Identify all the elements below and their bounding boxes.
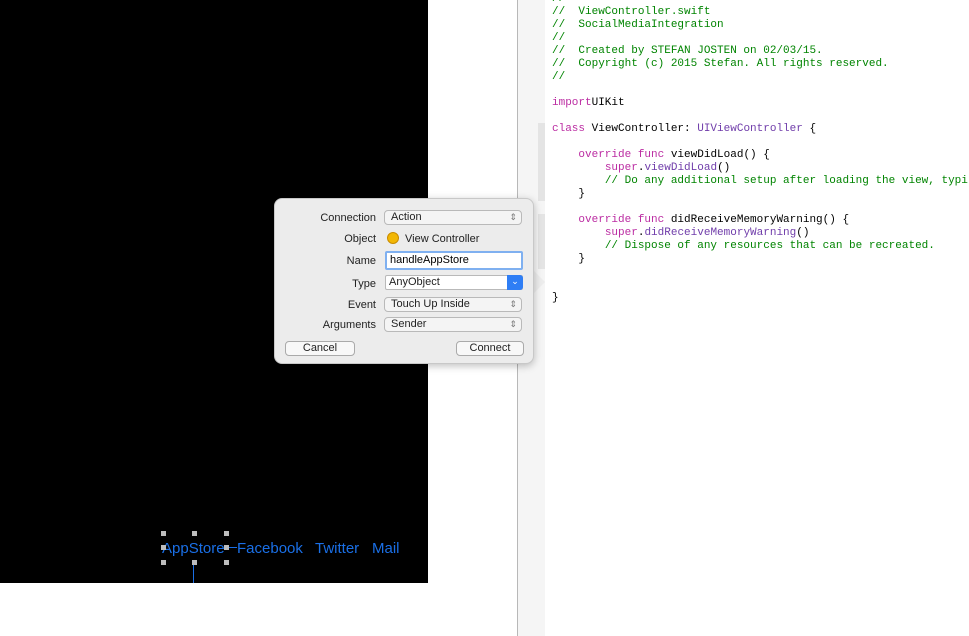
code-token: () [796, 227, 810, 239]
canvas-background [0, 583, 517, 636]
resize-handle[interactable] [192, 531, 197, 536]
event-label: Event [347, 299, 376, 311]
arguments-value: Sender [391, 318, 427, 330]
code-token: super [604, 162, 638, 174]
code-token: super [604, 227, 638, 239]
type-value: AnyObject [389, 276, 440, 288]
code-token: didReceiveMemoryWarning() { [664, 214, 850, 226]
facebook-button[interactable]: Facebook [237, 540, 303, 557]
connection-select[interactable]: Action ⇕ [384, 210, 522, 225]
code-editor[interactable]: //// ViewController.swift// SocialMediaI… [552, 0, 968, 305]
code-line: } [552, 253, 968, 266]
code-token: import [552, 97, 592, 109]
code-token: } [552, 253, 586, 265]
name-label: Name [346, 255, 376, 267]
connection-label: Connection [320, 212, 376, 224]
code-token: // Do any additional setup after loading… [604, 175, 968, 187]
code-token: { [802, 123, 817, 135]
code-token: viewDidLoad [644, 162, 718, 174]
scope-band [538, 123, 545, 201]
view-controller-icon [387, 232, 399, 244]
code-line: // Created by STEFAN JOSTEN on 02/03/15. [552, 45, 968, 58]
code-line: class ViewController: UIViewController { [552, 123, 968, 136]
code-token: // SocialMediaIntegration [552, 19, 724, 31]
code-token: // [552, 71, 566, 83]
connection-value: Action [391, 211, 422, 223]
code-token: // Dispose of any resources that can be … [604, 240, 935, 252]
type-label: Type [352, 278, 376, 290]
code-line: } [552, 188, 968, 201]
code-token: // ViewController.swift [552, 6, 711, 18]
code-line: super.viewDidLoad() [552, 162, 968, 175]
updown-icon: ⇕ [509, 319, 517, 329]
code-line: // ViewController.swift [552, 6, 968, 19]
resize-handle[interactable] [161, 531, 166, 536]
code-token: override func [578, 149, 665, 161]
chevron-down-icon: ⌄ [507, 275, 523, 290]
event-select[interactable]: Touch Up Inside ⇕ [384, 297, 522, 312]
updown-icon: ⇕ [509, 299, 517, 309]
cancel-button[interactable]: Cancel [285, 341, 355, 356]
type-select[interactable]: AnyObject ⌄ [385, 275, 523, 290]
resize-handle[interactable] [161, 545, 166, 550]
connect-button[interactable]: Connect [456, 341, 524, 356]
twitter-button[interactable]: Twitter [315, 540, 359, 557]
connection-popover: Connection Action ⇕ Object View Controlle… [274, 198, 534, 364]
code-token: // Copyright (c) 2015 Stefan. All rights… [552, 58, 889, 70]
arguments-select[interactable]: Sender ⇕ [384, 317, 522, 332]
code-line: super.didReceiveMemoryWarning() [552, 227, 968, 240]
code-token: class [552, 123, 586, 135]
code-line: // Dispose of any resources that can be … [552, 240, 968, 253]
code-token: () [717, 162, 731, 174]
code-line: // Do any additional setup after loading… [552, 175, 968, 188]
name-input[interactable]: handleAppStore [385, 251, 523, 270]
code-line: } [552, 292, 968, 305]
code-token: // [552, 0, 565, 5]
code-token: didReceiveMemoryWarning [644, 227, 797, 239]
code-token: viewDidLoad() { [664, 149, 770, 161]
scope-band [538, 214, 545, 269]
appstore-button[interactable]: AppStore [162, 540, 225, 557]
object-value: View Controller [405, 233, 480, 245]
constraint-line [229, 547, 237, 548]
code-token: ViewController: [585, 123, 698, 135]
code-token: } [552, 188, 586, 200]
code-line: // [552, 71, 968, 84]
code-token: override func [578, 214, 665, 226]
code-line: // Copyright (c) 2015 Stefan. All rights… [552, 58, 968, 71]
resize-handle[interactable] [224, 560, 229, 565]
code-token: UIViewController [697, 123, 803, 135]
resize-handle[interactable] [161, 560, 166, 565]
code-line: // [552, 32, 968, 45]
mail-button[interactable]: Mail [372, 540, 400, 557]
constraint-line [193, 565, 194, 583]
object-label: Object [344, 233, 376, 245]
code-token: UIKit [591, 97, 625, 109]
code-token: // Created by STEFAN JOSTEN on 02/03/15. [552, 45, 823, 57]
code-line: override func didReceiveMemoryWarning() … [552, 214, 968, 227]
arguments-label: Arguments [322, 319, 376, 331]
resize-handle[interactable] [224, 531, 229, 536]
code-line: // SocialMediaIntegration [552, 19, 968, 32]
event-value: Touch Up Inside [391, 298, 470, 310]
updown-icon: ⇕ [509, 212, 517, 222]
code-line: override func viewDidLoad() { [552, 149, 968, 162]
code-line: importUIKit [552, 97, 968, 110]
code-token: } [552, 292, 559, 304]
code-token: // [552, 32, 566, 44]
